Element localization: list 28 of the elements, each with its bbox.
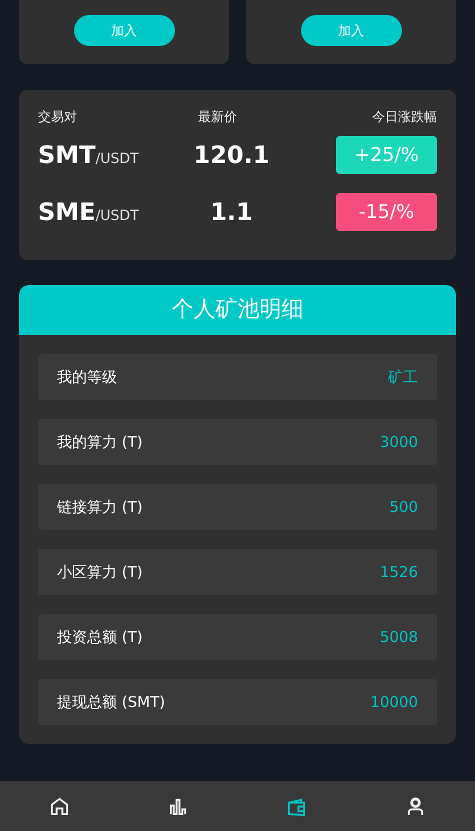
change-badge: +25/% [336, 136, 437, 174]
column-header: 交易对 [38, 109, 78, 126]
user-icon[interactable] [406, 796, 426, 816]
join-button[interactable]: 加入 [74, 15, 174, 46]
row-value: 1526 [380, 563, 418, 581]
wallet-icon[interactable] [287, 796, 306, 816]
row-label: 我的等级 [57, 368, 117, 386]
row-value: 3000 [380, 433, 418, 451]
column-header: 最新价 [197, 109, 238, 126]
pair-name: SME/USDT [38, 198, 140, 226]
column-header: 今日涨跌幅 [371, 109, 437, 126]
price-value: 1.1 [209, 198, 254, 226]
join-button[interactable]: 加入 [300, 15, 402, 46]
section-title: 个人矿池明细 [19, 285, 456, 335]
row-label: 投资总额 (T) [57, 628, 143, 646]
row-value: 10000 [370, 693, 418, 711]
row-value: 5008 [380, 628, 418, 646]
change-badge: -15/% [336, 192, 437, 230]
row-label: 我的算力 (T) [57, 432, 143, 452]
row-label: 提现总额 (SMT) [57, 692, 166, 712]
home-icon[interactable] [50, 796, 69, 816]
price-value: 120.1 [192, 140, 270, 168]
pair-name: SMT/USDT [38, 140, 140, 168]
row-value: 500 [389, 498, 418, 516]
row-label: 链接算力 (T) [57, 498, 143, 516]
bar-chart-icon[interactable] [168, 796, 188, 816]
row-value: 矿工 [388, 368, 418, 386]
row-label: 小区算力 (T) [57, 562, 143, 582]
